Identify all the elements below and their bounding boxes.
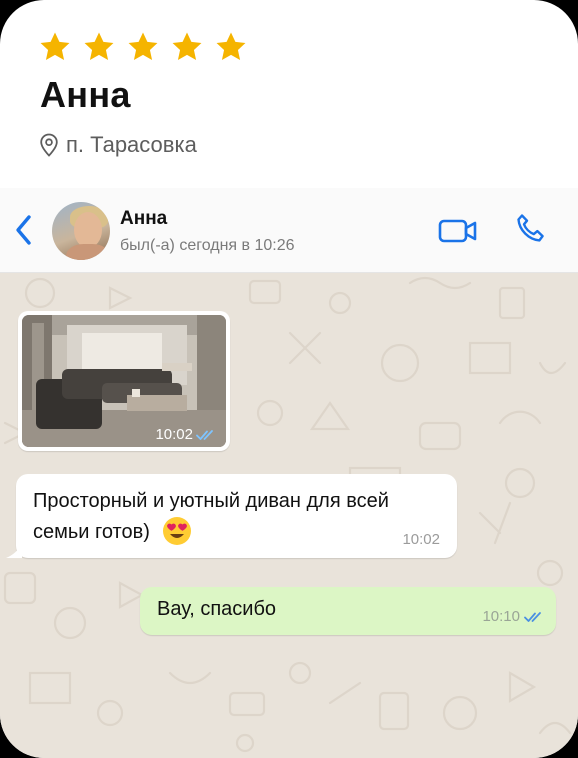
read-checkmarks-icon <box>524 611 541 622</box>
avatar[interactable] <box>52 202 110 260</box>
video-call-icon[interactable] <box>438 217 478 245</box>
star-icon <box>172 32 202 61</box>
incoming-message-text: Просторный и уютный диван для всей семьи… <box>33 487 393 547</box>
star-icon <box>128 32 158 61</box>
star-icon <box>84 32 114 61</box>
star-icon <box>216 32 246 61</box>
location-pin-icon <box>40 133 58 157</box>
incoming-message-time: 10:02 <box>402 531 440 548</box>
heart-eyes-emoji-icon <box>162 517 191 545</box>
back-arrow-icon[interactable] <box>10 212 36 248</box>
bubble-tail <box>6 544 22 558</box>
outgoing-message-text: Вау, спасибо <box>157 598 277 620</box>
location: п. Тарасовка <box>38 132 197 158</box>
photo-time: 10:02 <box>155 426 216 443</box>
location-text: п. Тарасовка <box>66 132 197 157</box>
reviewer-name: Анна <box>40 74 131 115</box>
incoming-message[interactable]: Просторный и уютный диван для всей семьи… <box>6 474 457 558</box>
contact-status: был(-а) сегодня в 10:26 <box>120 237 295 254</box>
outgoing-message[interactable]: Вау, спасибо 10:10 <box>140 587 556 635</box>
photo-message[interactable]: 10:02 <box>18 311 230 451</box>
rating-stars <box>38 30 248 64</box>
sofa-photo[interactable]: 10:02 <box>22 315 226 447</box>
review-card: Анна п. Тарасовка Анна был(-а) сегодня в… <box>0 0 578 758</box>
star-icon <box>40 32 70 61</box>
contact-name[interactable]: Анна <box>120 208 167 230</box>
outgoing-message-time: 10:10 <box>482 608 544 625</box>
phone-icon[interactable] <box>514 212 548 246</box>
read-checkmarks-icon <box>196 429 213 440</box>
chat-body: 10:02 Просторный и уютный диван для всей… <box>0 273 578 758</box>
